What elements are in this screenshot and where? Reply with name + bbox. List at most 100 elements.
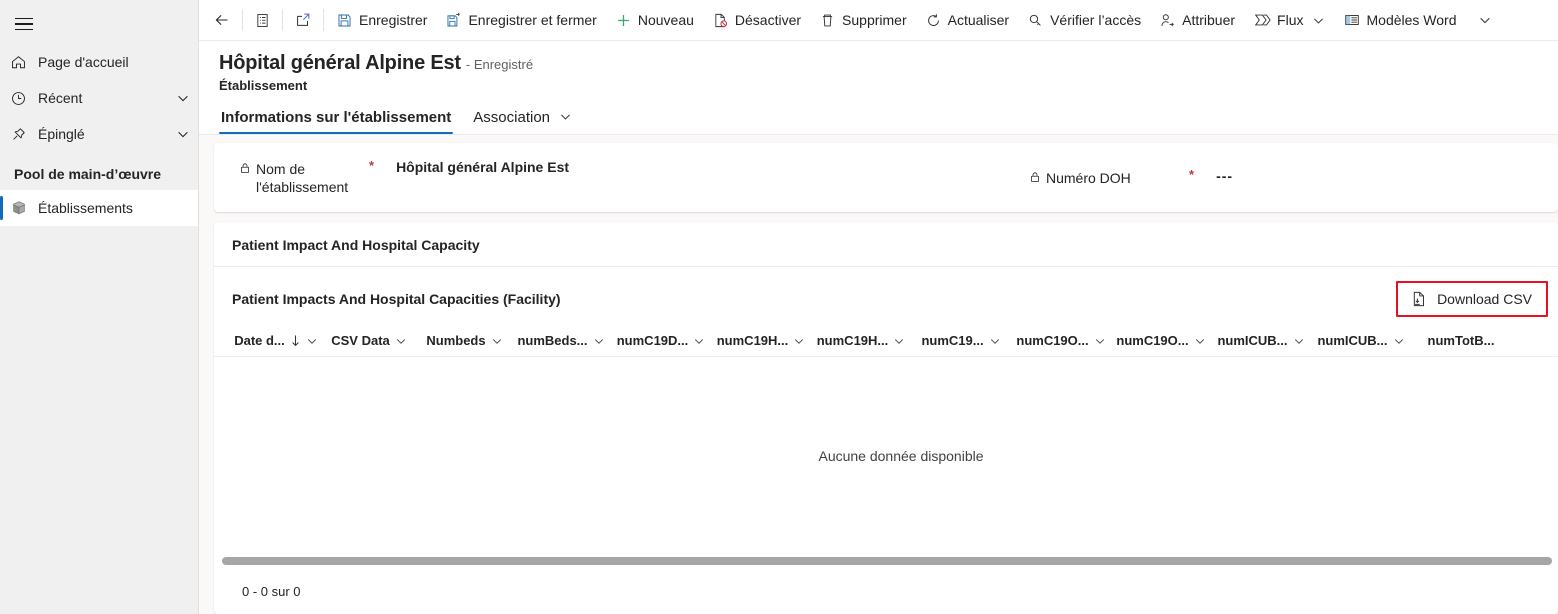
column-header-numc19[interactable]: numC19... (911, 325, 1011, 356)
back-button[interactable] (205, 4, 239, 36)
tab-association[interactable]: Association (471, 105, 574, 134)
column-header-numbeds-2[interactable]: numBeds... (511, 325, 611, 356)
download-csv-label: Download CSV (1437, 291, 1532, 307)
sidebar-item-label: Récent (38, 90, 83, 106)
chevron-down-icon[interactable] (168, 127, 198, 141)
entity-name: Établissement (219, 78, 308, 93)
column-header-numtotb[interactable]: numTotB... (1411, 325, 1511, 356)
sort-descending-icon (290, 334, 301, 347)
form-icon (254, 12, 271, 29)
column-label: numTotB... (1427, 333, 1495, 348)
assign-button[interactable]: Attribuer (1150, 4, 1244, 36)
sidebar-item-pinned[interactable]: Épinglé (0, 116, 198, 152)
column-header-numc19h-2[interactable]: numC19H... (811, 325, 911, 356)
tab-label: Association (473, 109, 551, 126)
column-label: CSV Data (331, 333, 390, 348)
pin-icon (10, 126, 38, 143)
separator (323, 9, 324, 31)
save-and-close-button[interactable]: Enregistrer et fermer (436, 4, 605, 36)
column-header-numc19d[interactable]: numC19D... (611, 325, 711, 356)
column-header-numicub-2[interactable]: numICUB... (1311, 325, 1411, 356)
refresh-button[interactable]: Actualiser (916, 4, 1018, 36)
column-header-numbeds[interactable]: Numbeds (418, 325, 511, 356)
column-label: numC19D... (616, 333, 689, 348)
deactivate-icon (712, 12, 729, 29)
chevron-down-icon[interactable] (893, 335, 905, 347)
field-label: Nom de l'établissement (239, 159, 369, 196)
delete-button[interactable]: Supprimer (810, 4, 916, 36)
form-icon-button[interactable] (246, 4, 279, 36)
command-label: Modèles Word (1366, 12, 1457, 28)
command-overflow-button[interactable] (1466, 4, 1502, 36)
save-status: - Enregistré (465, 57, 534, 72)
horizontal-scrollbar[interactable] (214, 554, 1558, 568)
new-button[interactable]: Nouveau (606, 4, 703, 36)
sidebar-item-home[interactable]: Page d'accueil (0, 44, 198, 80)
word-templates-button[interactable]: Modèles Word (1334, 4, 1466, 36)
hamburger-menu-icon[interactable] (4, 4, 44, 44)
chevron-down-icon[interactable] (1194, 335, 1206, 347)
deactivate-button[interactable]: Désactiver (703, 4, 810, 36)
column-label: numICUB... (1217, 333, 1288, 348)
field-label-text: Nom de l'établissement (256, 161, 349, 195)
chevron-down-icon[interactable] (491, 335, 503, 347)
chevron-down-icon[interactable] (1393, 335, 1405, 347)
plus-icon (615, 12, 632, 29)
lock-icon (239, 160, 251, 174)
record-count: 0 - 0 sur 0 (242, 583, 301, 599)
tab-informations-etablissement[interactable]: Informations sur l'établissement (219, 105, 454, 134)
subgrid-card: Patient Impact And Hospital Capacity Pat… (214, 222, 1558, 614)
subgrid-empty-state: Aucune donnée disponible (214, 357, 1558, 554)
chevron-down-icon[interactable] (395, 335, 407, 347)
command-bar: Enregistrer Enregistrer et fermer Nouvea… (199, 0, 1558, 41)
subgrid-footer: 0 - 0 sur 0 (214, 568, 1558, 614)
check-access-button[interactable]: Vérifier l’accès (1018, 4, 1150, 36)
save-button[interactable]: Enregistrer (327, 4, 436, 36)
column-label: numC19O... (1116, 333, 1189, 348)
flow-button[interactable]: Flux (1244, 4, 1333, 36)
scrollbar-thumb[interactable] (222, 557, 1552, 565)
separator (282, 9, 283, 31)
column-header-numicub-1[interactable]: numICUB... (1211, 325, 1311, 356)
chevron-down-icon[interactable] (693, 335, 705, 347)
chevron-down-icon[interactable] (1293, 335, 1305, 347)
column-header-numc19o-1[interactable]: numC19O... (1011, 325, 1111, 356)
cube-icon (10, 199, 38, 217)
app-root: Page d'accueil Récent Épinglé Pool de ma… (0, 0, 1558, 614)
chevron-down-icon[interactable] (1094, 335, 1106, 347)
lock-icon (1029, 169, 1041, 183)
sidebar-item-etablissements[interactable]: Établissements (0, 190, 198, 226)
command-label: Actualiser (947, 12, 1010, 28)
word-template-icon (1343, 11, 1361, 29)
save-icon (336, 12, 353, 29)
column-header-numc19o-2[interactable]: numC19O... (1111, 325, 1211, 356)
column-header-csv-data[interactable]: CSV Data (320, 325, 418, 356)
column-label: numICUB... (1317, 333, 1388, 348)
command-label: Supprimer (842, 12, 907, 28)
chevron-down-icon[interactable] (306, 335, 318, 347)
column-header-numc19h-1[interactable]: numC19H... (711, 325, 811, 356)
sidebar: Page d'accueil Récent Épinglé Pool de ma… (0, 0, 199, 614)
record-title-row: Hôpital général Alpine Est - Enregistré (219, 52, 1558, 75)
command-label: Enregistrer (359, 12, 428, 28)
record-header: Hôpital général Alpine Est - Enregistré … (199, 41, 1558, 93)
required-indicator: * (1189, 167, 1195, 182)
column-label: numC19H... (816, 333, 889, 348)
chevron-down-icon[interactable] (593, 335, 605, 347)
column-label: Date d... (234, 333, 285, 348)
chevron-down-icon[interactable] (559, 109, 572, 126)
chevron-down-icon[interactable] (1312, 14, 1325, 27)
form-body: Nom de l'établissement * Hôpital général… (199, 135, 1558, 614)
sidebar-item-label: Épinglé (38, 126, 85, 142)
column-header-date[interactable]: Date d... (232, 325, 320, 356)
section-title: Patient Impact And Hospital Capacity (214, 222, 1558, 267)
chevron-down-icon[interactable] (793, 335, 805, 347)
popout-icon-button[interactable] (286, 4, 320, 36)
field-value-doh-number[interactable]: --- (1216, 168, 1233, 184)
chevron-down-icon[interactable] (168, 91, 198, 105)
field-value-facility-name[interactable]: Hôpital général Alpine Est (396, 159, 569, 175)
sidebar-item-recent[interactable]: Récent (0, 80, 198, 116)
chevron-down-icon[interactable] (989, 335, 1001, 347)
field-doh-number: Numéro DOH * --- (1029, 168, 1233, 187)
download-csv-button[interactable]: Download CSV (1399, 284, 1545, 314)
